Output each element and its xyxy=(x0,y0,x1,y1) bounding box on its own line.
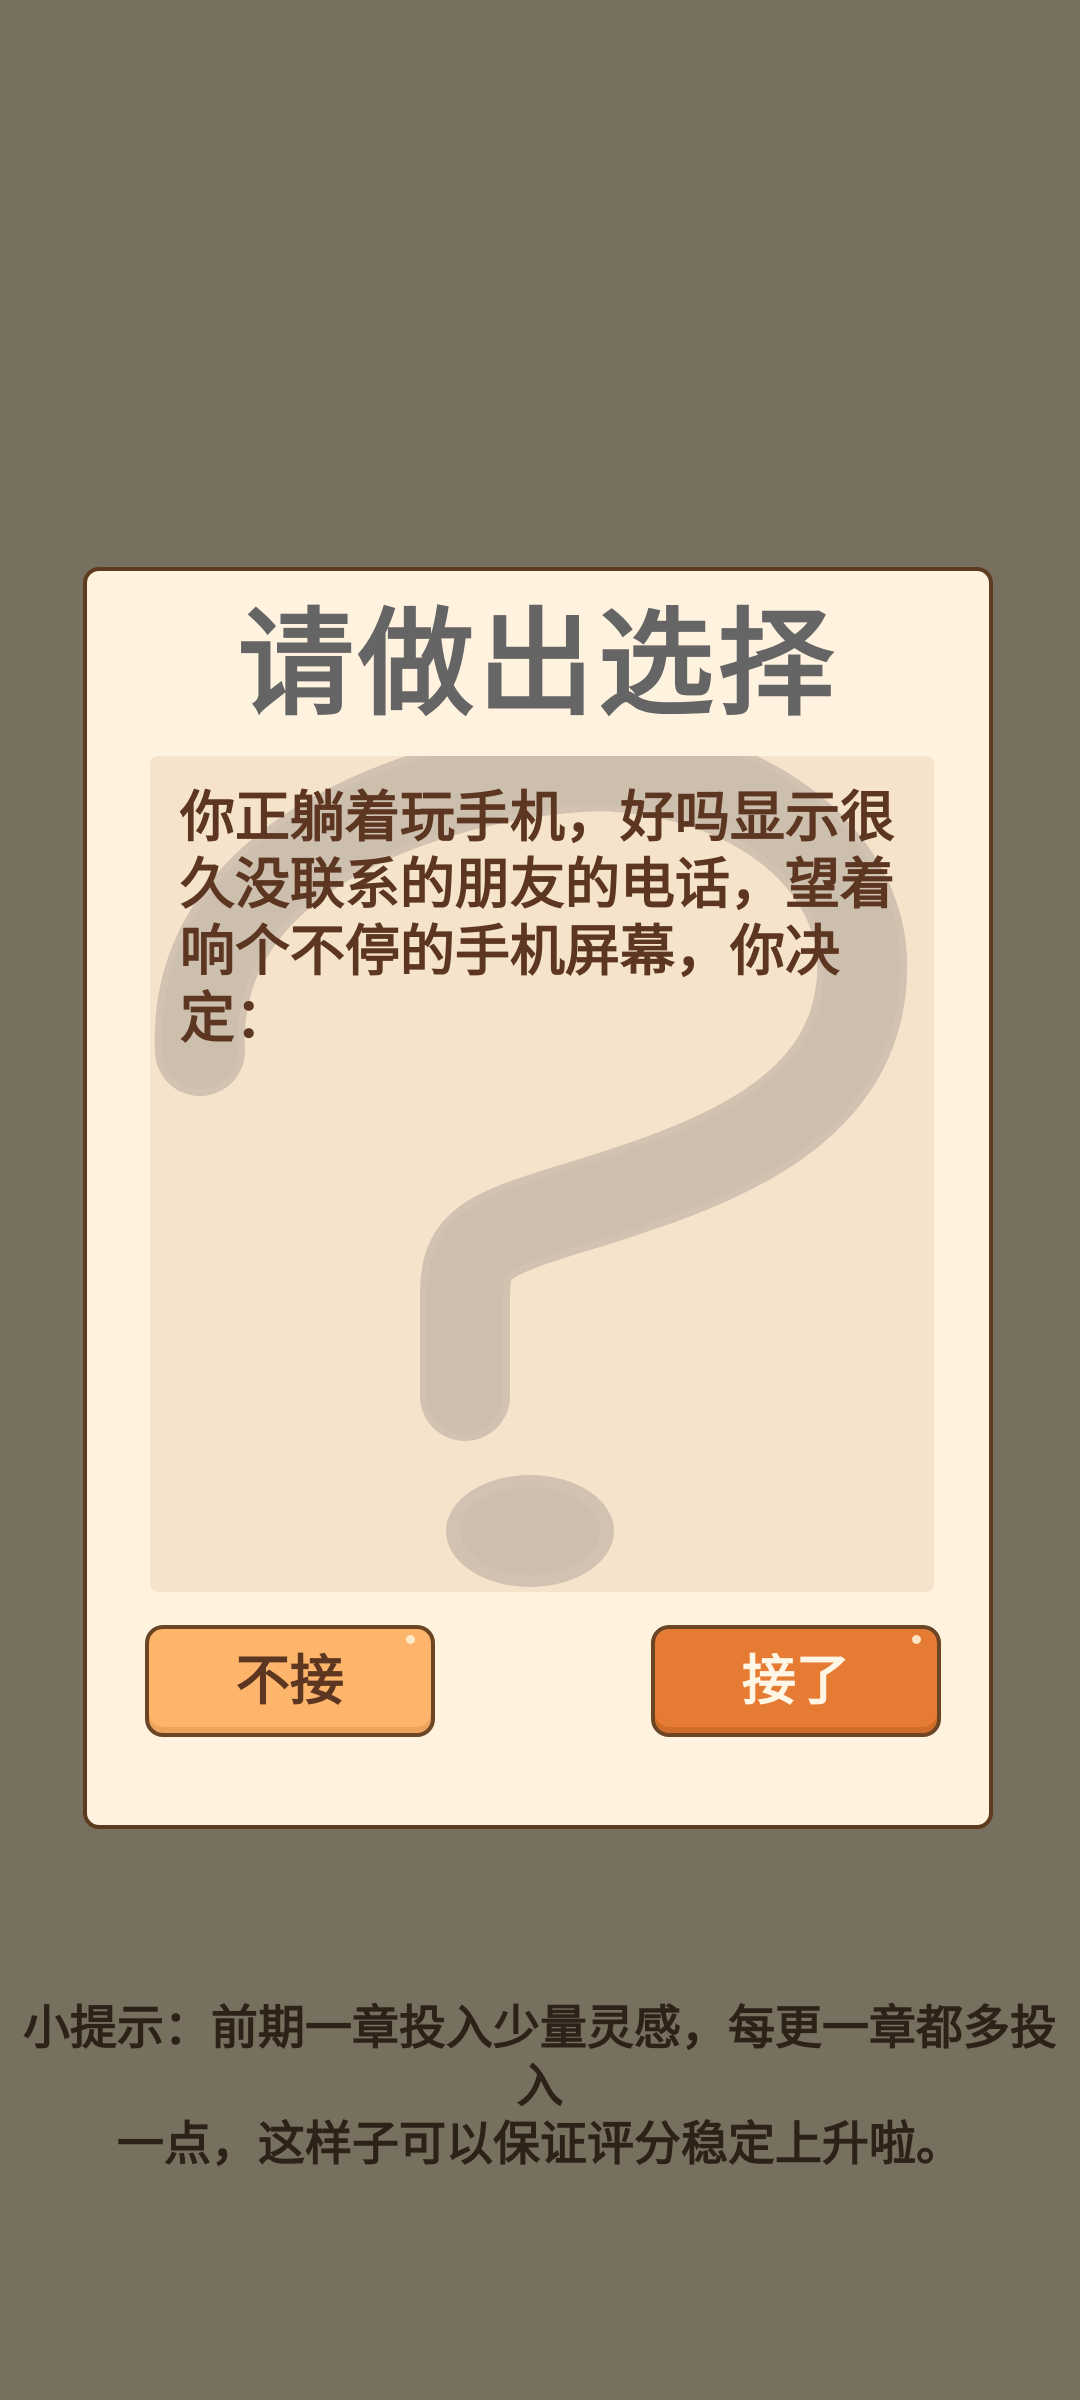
dialog-title: 请做出选择 xyxy=(238,597,838,732)
accept-button-label: 接了 xyxy=(742,1649,850,1712)
hint-line-2: 一点，这样子可以保证评分稳定上升啦。 xyxy=(117,2117,963,2172)
button-shine-icon xyxy=(406,1635,415,1644)
message-panel: 你正躺着玩手机，好吗显示很久没联系的朋友的电话，望着响个不停的手机屏幕，你决定： xyxy=(150,756,934,1592)
choice-dialog: 请做出选择 你正躺着玩手机，好吗显示很久没联系的朋友的电话，望着响个不停的手机屏… xyxy=(83,567,993,1829)
decline-button-label: 不接 xyxy=(236,1649,344,1712)
hint-text: 小提示：前期一章投入少量灵感，每更一章都多投入 一点，这样子可以保证评分稳定上升… xyxy=(0,2000,1080,2174)
accept-button[interactable]: 接了 xyxy=(651,1625,941,1737)
button-shine-icon xyxy=(912,1635,921,1644)
dialog-message: 你正躺着玩手机，好吗显示很久没联系的朋友的电话，望着响个不停的手机屏幕，你决定： xyxy=(180,785,896,1050)
decline-button[interactable]: 不接 xyxy=(145,1625,435,1737)
hint-line-1: 小提示：前期一章投入少量灵感，每更一章都多投入 xyxy=(23,2001,1057,2114)
